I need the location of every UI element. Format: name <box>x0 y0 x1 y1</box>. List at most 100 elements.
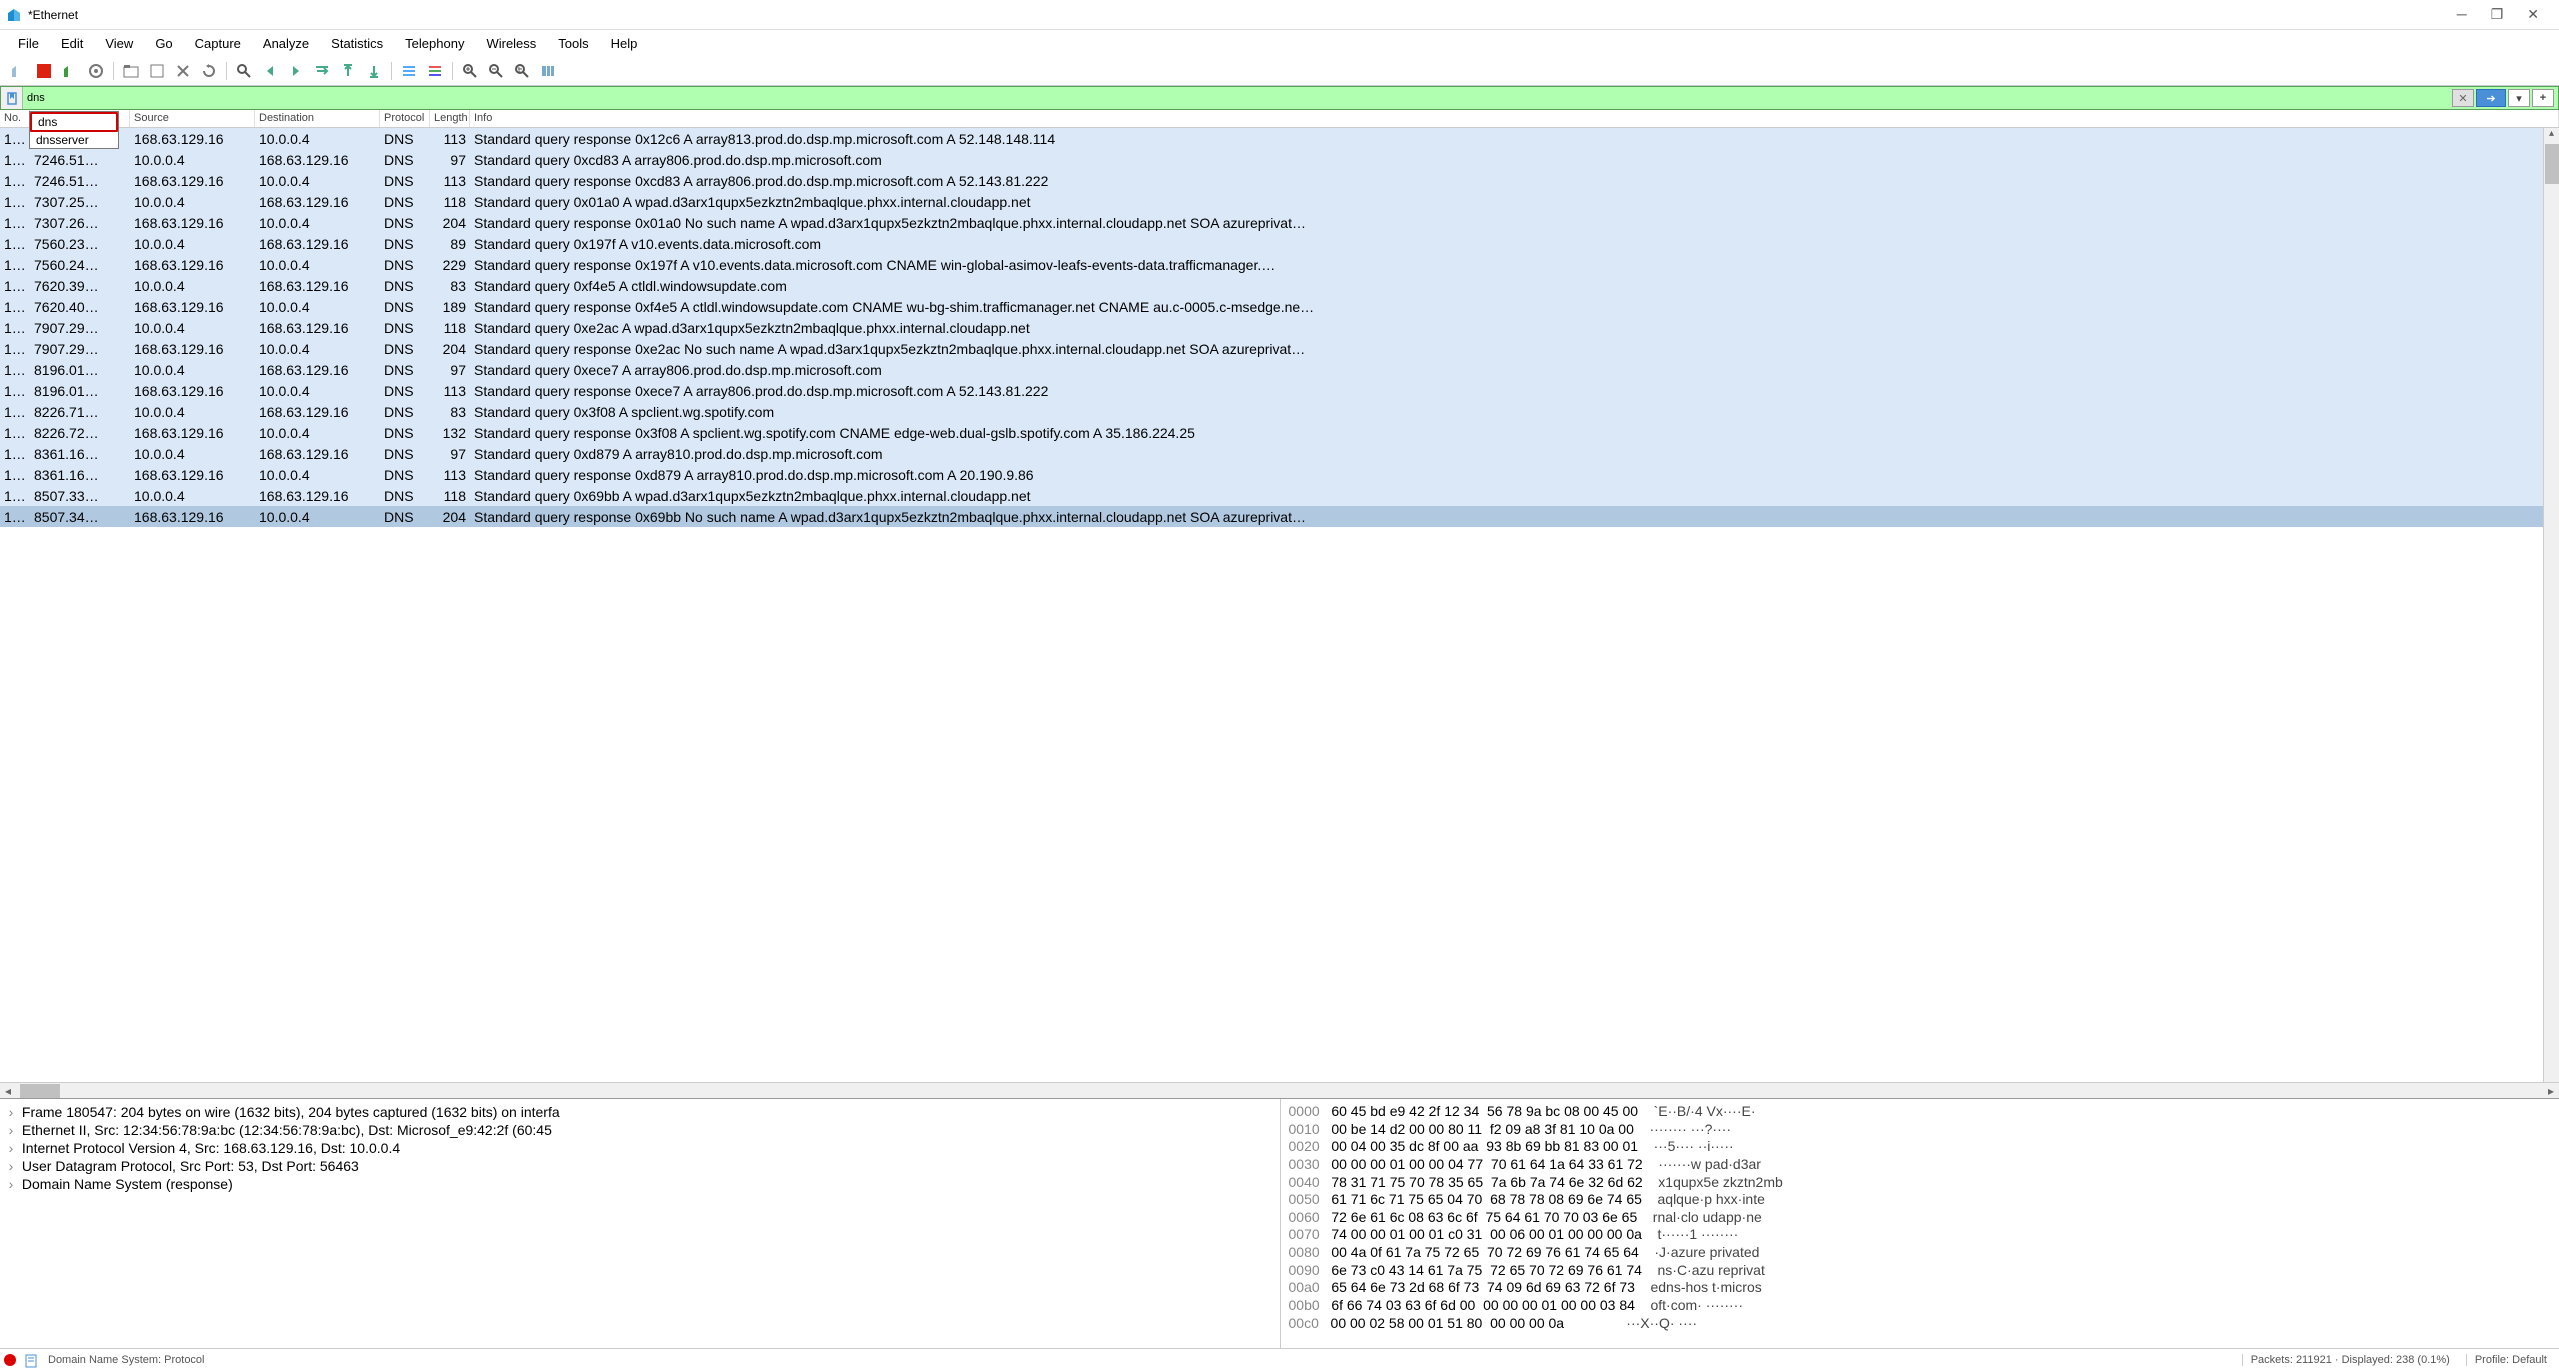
filter-history-button[interactable]: ▾ <box>2508 89 2530 107</box>
zoom-in-button[interactable] <box>458 59 482 83</box>
app-icon <box>6 7 22 23</box>
hex-line[interactable]: 00b0 6f 66 74 03 63 6f 6d 00 00 00 00 01… <box>1289 1297 2552 1315</box>
hex-line[interactable]: 0080 00 4a 0f 61 7a 75 72 65 70 72 69 76… <box>1289 1244 2552 1262</box>
column-header[interactable]: No. <box>0 110 30 127</box>
display-filter-bar: ✕ ➔ ▾ + dns dnsserver <box>0 86 2559 110</box>
menu-item[interactable]: Analyze <box>253 33 319 54</box>
title-bar: *Ethernet ─ ❐ ✕ <box>0 0 2559 30</box>
column-header[interactable]: Destination <box>255 110 380 127</box>
go-forward-button[interactable] <box>284 59 308 83</box>
packet-row[interactable]: 1…8196.01…168.63.129.1610.0.0.4DNS113Sta… <box>0 380 2559 401</box>
window-title: *Ethernet <box>28 8 78 22</box>
autocomplete-item[interactable]: dns <box>30 112 118 132</box>
colorize-button[interactable] <box>423 59 447 83</box>
save-file-button[interactable] <box>145 59 169 83</box>
filter-input[interactable] <box>23 92 2452 104</box>
filter-bookmark-icon[interactable] <box>1 87 23 109</box>
packet-row[interactable]: 1…7307.25…10.0.0.4168.63.129.16DNS118Sta… <box>0 191 2559 212</box>
tree-node[interactable]: › Frame 180547: 204 bytes on wire (1632 … <box>4 1103 1276 1121</box>
stop-capture-button[interactable] <box>32 59 56 83</box>
filter-autocomplete: dns dnsserver <box>29 111 119 149</box>
filter-apply-button[interactable]: ➔ <box>2476 89 2506 107</box>
go-first-button[interactable] <box>336 59 360 83</box>
hex-line[interactable]: 0000 60 45 bd e9 42 2f 12 34 56 78 9a bc… <box>1289 1103 2552 1121</box>
find-packet-button[interactable] <box>232 59 256 83</box>
packet-row[interactable]: 1…8361.16…10.0.0.4168.63.129.16DNS97Stan… <box>0 443 2559 464</box>
filter-clear-button[interactable]: ✕ <box>2452 89 2474 107</box>
zoom-out-button[interactable] <box>484 59 508 83</box>
packet-row[interactable]: 1…8507.33…10.0.0.4168.63.129.16DNS118Sta… <box>0 485 2559 506</box>
tree-node[interactable]: › Internet Protocol Version 4, Src: 168.… <box>4 1139 1276 1157</box>
packet-row[interactable]: 1…7560.23…10.0.0.4168.63.129.16DNS89Stan… <box>0 233 2559 254</box>
hex-line[interactable]: 0020 00 04 00 35 dc 8f 00 aa 93 8b 69 bb… <box>1289 1138 2552 1156</box>
menu-item[interactable]: File <box>8 33 49 54</box>
menu-item[interactable]: Statistics <box>321 33 393 54</box>
packet-row[interactable]: 1…7907.29…168.63.129.1610.0.0.4DNS204Sta… <box>0 338 2559 359</box>
packet-bytes-hex[interactable]: 0000 60 45 bd e9 42 2f 12 34 56 78 9a bc… <box>1280 1099 2559 1348</box>
menu-item[interactable]: Tools <box>548 33 598 54</box>
toolbar: 1 <box>0 56 2559 86</box>
hex-line[interactable]: 0040 78 31 71 75 70 78 35 65 7a 6b 7a 74… <box>1289 1174 2552 1192</box>
status-profile[interactable]: Profile: Default <box>2466 1354 2555 1366</box>
start-capture-button[interactable] <box>6 59 30 83</box>
auto-scroll-button[interactable] <box>397 59 421 83</box>
restart-capture-button[interactable] <box>58 59 82 83</box>
hex-line[interactable]: 0030 00 00 00 01 00 00 04 77 70 61 64 1a… <box>1289 1156 2552 1174</box>
packet-row[interactable]: 1…8196.01…10.0.0.4168.63.129.16DNS97Stan… <box>0 359 2559 380</box>
column-header[interactable]: Info <box>470 110 2559 127</box>
packet-row[interactable]: 1…7560.24…168.63.129.1610.0.0.4DNS229Sta… <box>0 254 2559 275</box>
column-header[interactable]: Source <box>130 110 255 127</box>
column-header[interactable]: Protocol <box>380 110 430 127</box>
capture-options-button[interactable] <box>84 59 108 83</box>
packet-row[interactable]: 1…7246.51…168.63.129.1610.0.0.4DNS113Sta… <box>0 170 2559 191</box>
go-to-packet-button[interactable] <box>310 59 334 83</box>
hex-line[interactable]: 00a0 65 64 6e 73 2d 68 6f 73 74 09 6d 69… <box>1289 1279 2552 1297</box>
menu-item[interactable]: Go <box>145 33 182 54</box>
filter-add-button[interactable]: + <box>2532 89 2554 107</box>
close-file-button[interactable] <box>171 59 195 83</box>
hex-line[interactable]: 0060 72 6e 61 6c 08 63 6c 6f 75 64 61 70… <box>1289 1209 2552 1227</box>
expert-info-icon[interactable] <box>4 1354 16 1366</box>
hex-line[interactable]: 0090 6e 73 c0 43 14 61 7a 75 72 65 70 72… <box>1289 1262 2552 1280</box>
tree-node[interactable]: › Domain Name System (response) <box>4 1175 1276 1193</box>
packet-row[interactable]: 1…8226.72…168.63.129.1610.0.0.4DNS132Sta… <box>0 422 2559 443</box>
packet-row[interactable]: 1…7307.26…168.63.129.1610.0.0.4DNS204Sta… <box>0 212 2559 233</box>
packet-row[interactable]: 1…7620.39…10.0.0.4168.63.129.16DNS83Stan… <box>0 275 2559 296</box>
packet-row[interactable]: 1…8361.16…168.63.129.1610.0.0.4DNS113Sta… <box>0 464 2559 485</box>
packet-row[interactable]: 1…8507.34…168.63.129.1610.0.0.4DNS204Sta… <box>0 506 2559 527</box>
go-back-button[interactable] <box>258 59 282 83</box>
reload-button[interactable] <box>197 59 221 83</box>
menu-item[interactable]: Telephony <box>395 33 474 54</box>
packet-row[interactable]: 1…8226.71…10.0.0.4168.63.129.16DNS83Stan… <box>0 401 2559 422</box>
packet-details-tree[interactable]: › Frame 180547: 204 bytes on wire (1632 … <box>0 1099 1280 1348</box>
menu-item[interactable]: Capture <box>185 33 251 54</box>
tree-node[interactable]: › Ethernet II, Src: 12:34:56:78:9a:bc (1… <box>4 1121 1276 1139</box>
menu-item[interactable]: Help <box>601 33 648 54</box>
packet-row[interactable]: 1…7620.40…168.63.129.1610.0.0.4DNS189Sta… <box>0 296 2559 317</box>
capture-file-icon[interactable] <box>24 1352 40 1368</box>
packet-row[interactable]: 1…168.63.129.1610.0.0.4DNS113Standard qu… <box>0 128 2559 149</box>
open-file-button[interactable] <box>119 59 143 83</box>
menu-item[interactable]: Wireless <box>476 33 546 54</box>
zoom-reset-button[interactable]: 1 <box>510 59 534 83</box>
horizontal-scrollbar[interactable]: ◂▸ <box>0 1082 2559 1098</box>
status-packet-count: Packets: 211921 · Displayed: 238 (0.1%) <box>2242 1354 2458 1366</box>
hex-line[interactable]: 00c0 00 00 02 58 00 01 51 80 00 00 00 0a… <box>1289 1315 2552 1333</box>
hex-line[interactable]: 0050 61 71 6c 71 75 65 04 70 68 78 78 08… <box>1289 1191 2552 1209</box>
packet-list-header: No. Time Source Destination Protocol Len… <box>0 110 2559 128</box>
vertical-scrollbar[interactable]: ▴ <box>2543 128 2559 1082</box>
minimize-button[interactable]: ─ <box>2457 6 2467 23</box>
menu-item[interactable]: View <box>95 33 143 54</box>
packet-row[interactable]: 1…7907.29…10.0.0.4168.63.129.16DNS118Sta… <box>0 317 2559 338</box>
hex-line[interactable]: 0070 74 00 00 01 00 01 c0 31 00 06 00 01… <box>1289 1226 2552 1244</box>
resize-columns-button[interactable] <box>536 59 560 83</box>
close-button[interactable]: ✕ <box>2527 6 2539 23</box>
go-last-button[interactable] <box>362 59 386 83</box>
packet-row[interactable]: 1…7246.51…10.0.0.4168.63.129.16DNS97Stan… <box>0 149 2559 170</box>
tree-node[interactable]: › User Datagram Protocol, Src Port: 53, … <box>4 1157 1276 1175</box>
maximize-button[interactable]: ❐ <box>2491 6 2504 23</box>
column-header[interactable]: Length <box>430 110 470 127</box>
hex-line[interactable]: 0010 00 be 14 d2 00 00 80 11 f2 09 a8 3f… <box>1289 1121 2552 1139</box>
autocomplete-item[interactable]: dnsserver <box>30 132 118 148</box>
menu-item[interactable]: Edit <box>51 33 93 54</box>
